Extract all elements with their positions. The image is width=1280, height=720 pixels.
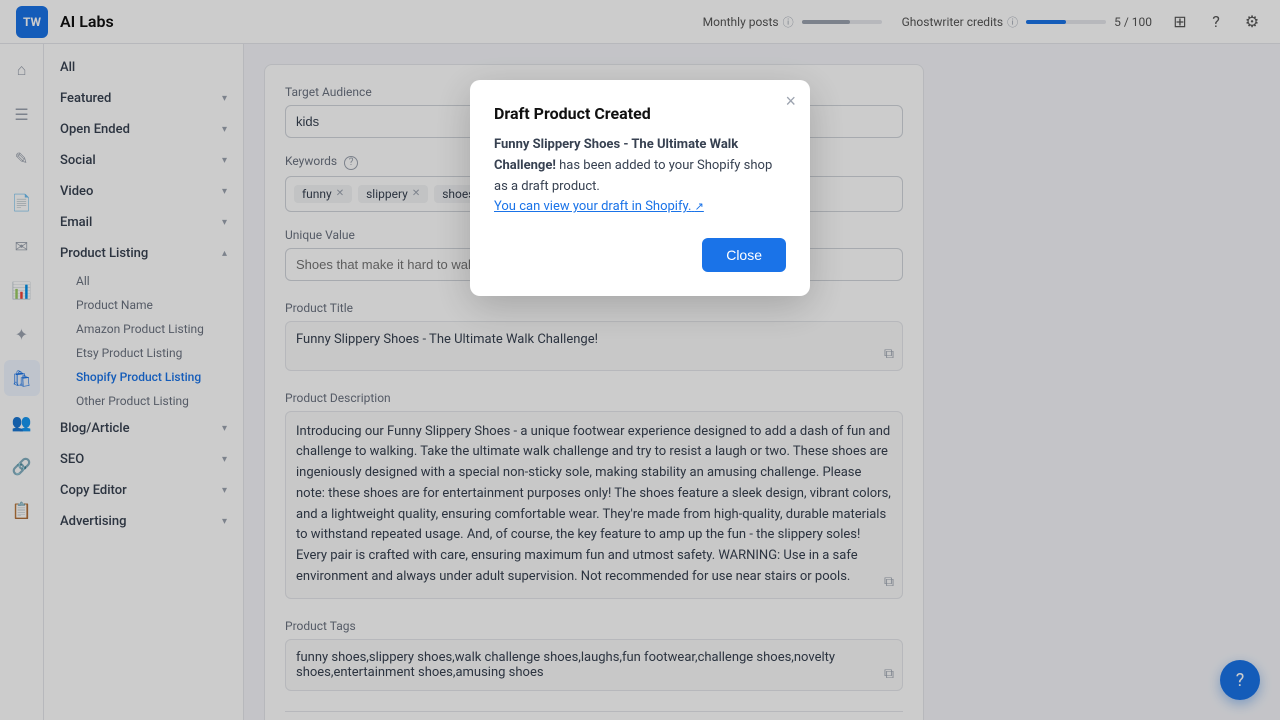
modal-title: Draft Product Created: [494, 104, 786, 123]
modal-footer: Close: [494, 238, 786, 272]
modal-body: Funny Slippery Shoes - The Ultimate Walk…: [494, 135, 786, 218]
modal-overlay: × Draft Product Created Funny Slippery S…: [0, 0, 1280, 720]
draft-product-modal: × Draft Product Created Funny Slippery S…: [470, 80, 810, 296]
modal-close-confirm-button[interactable]: Close: [702, 238, 786, 272]
modal-shopify-link[interactable]: You can view your draft in Shopify. ↗: [494, 199, 704, 214]
modal-close-button[interactable]: ×: [785, 92, 796, 110]
external-link-icon: ↗: [695, 200, 704, 213]
